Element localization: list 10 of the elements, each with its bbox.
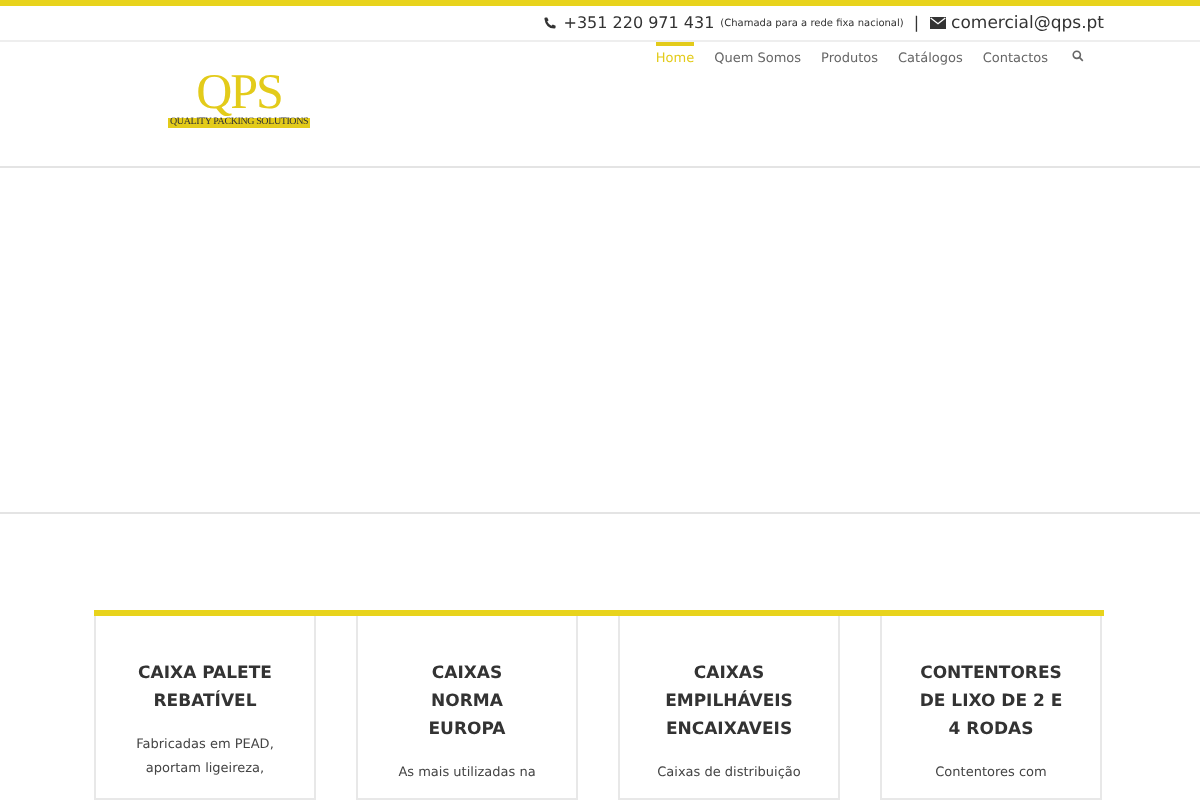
phone-icon [541, 16, 558, 30]
email-link[interactable]: comercial@qps.pt [951, 13, 1104, 33]
phone-number[interactable]: +351 220 971 431 [563, 14, 715, 32]
card-title: CAIXAS NORMA EUROPA [426, 662, 508, 744]
card-title: CONTENTORES DE LIXO DE 2 E 4 RODAS [918, 662, 1064, 744]
envelope-icon [929, 16, 946, 30]
card-title: CAIXA PALETE REBATÍVEL [136, 662, 274, 716]
search-icon[interactable] [1072, 49, 1084, 61]
card-title: CAIXAS EMPILHÁVEIS ENCAIXAVEIS [663, 662, 795, 744]
separator: | [911, 14, 922, 32]
